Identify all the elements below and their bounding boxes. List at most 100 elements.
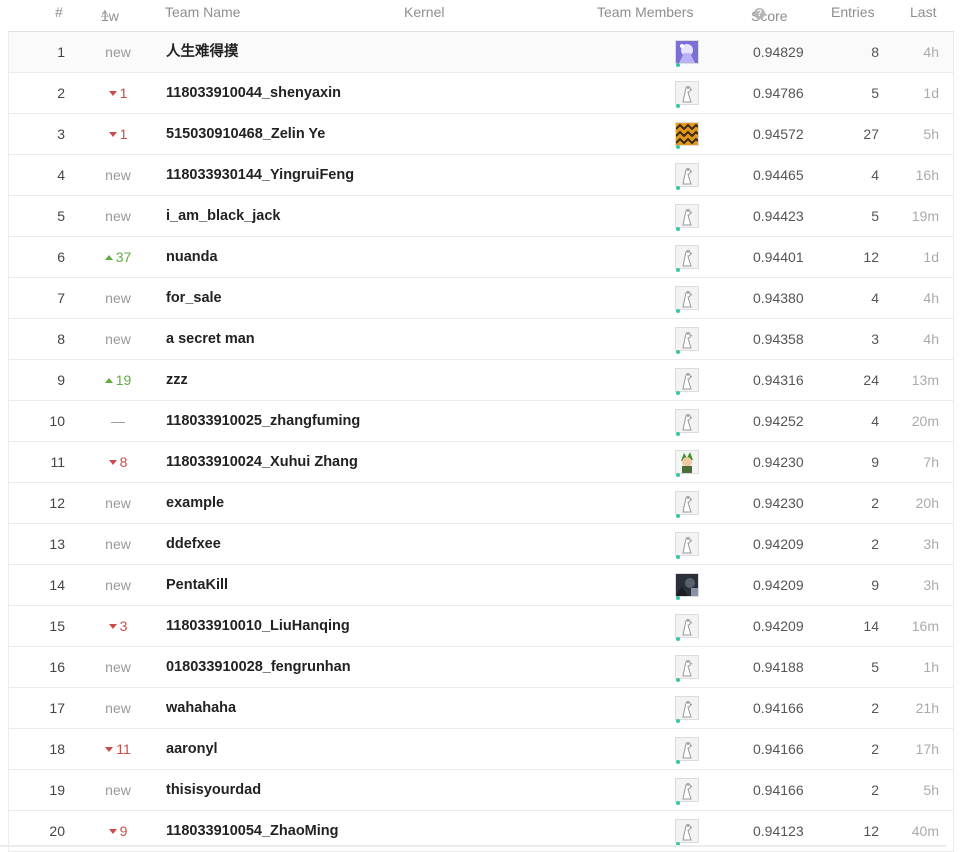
team-name[interactable]: 018033910028_fengrunhan xyxy=(166,647,351,687)
online-status-dot xyxy=(676,227,680,231)
table-row[interactable]: 6 37 nuanda 0.94401 12 1d xyxy=(8,237,954,278)
team-member-avatar[interactable] xyxy=(675,614,699,641)
kernel-header[interactable]: Kernel xyxy=(404,4,444,20)
team-member-avatar[interactable] xyxy=(675,573,699,600)
score-cell: 0.94188 xyxy=(753,659,804,675)
rank-cell: 13 xyxy=(49,536,65,552)
team-member-avatar[interactable] xyxy=(675,778,699,805)
team-name[interactable]: ddefxee xyxy=(166,524,221,564)
arrow-up-icon xyxy=(104,377,113,383)
delta-cell: new xyxy=(93,319,143,359)
info-icon[interactable]: ? xyxy=(754,8,765,19)
team-name[interactable]: nuanda xyxy=(166,237,218,277)
team-member-avatar[interactable] xyxy=(675,491,699,518)
delta-cell: new xyxy=(93,524,143,564)
team-member-avatar[interactable] xyxy=(675,204,699,231)
team-name[interactable]: a secret man xyxy=(166,319,255,359)
last-submission-cell: 1h xyxy=(923,659,939,675)
team-member-avatar[interactable] xyxy=(675,122,699,149)
table-row[interactable]: 5 new i_am_black_jack 0.94423 5 19m xyxy=(8,196,954,237)
delta-cell: 19 xyxy=(93,360,143,400)
delta-cell: new xyxy=(93,278,143,318)
delta-value: new xyxy=(105,659,131,675)
delta-cell: new xyxy=(93,688,143,728)
entries-cell: 5 xyxy=(871,208,879,224)
team-member-avatar[interactable] xyxy=(675,163,699,190)
entries-cell: 5 xyxy=(871,659,879,675)
table-row[interactable]: 19 new thisisyourdad 0.94166 2 5h xyxy=(8,770,954,811)
last-header[interactable]: Last xyxy=(910,4,936,20)
delta-value: new xyxy=(105,167,131,183)
table-row[interactable]: 12 new example 0.94230 2 20h xyxy=(8,483,954,524)
table-row[interactable]: 8 new a secret man 0.94358 3 4h xyxy=(8,319,954,360)
team-name[interactable]: 118033910010_LiuHanqing xyxy=(166,606,350,646)
table-row[interactable]: 9 19 zzz 0.94316 24 13m xyxy=(8,360,954,401)
table-row[interactable]: 3 1 515030910468_Zelin Ye 0.94572 27 5h xyxy=(8,114,954,155)
table-row[interactable]: 15 3 118033910010_LiuHanqing 0.94209 14 16m xyxy=(8,606,954,647)
team-name[interactable]: example xyxy=(166,483,224,523)
rank-cell: 8 xyxy=(57,331,65,347)
score-cell: 0.94209 xyxy=(753,536,804,552)
team-member-avatar[interactable] xyxy=(675,696,699,723)
delta-value: 3 xyxy=(119,618,128,634)
table-row[interactable]: 2 1 118033910044_shenyaxin 0.94786 5 1d xyxy=(8,73,954,114)
delta-cell: new xyxy=(93,770,143,810)
team-name[interactable]: PentaKill xyxy=(166,565,228,605)
table-row[interactable]: 14 new PentaKill 0.94209 9 3h xyxy=(8,565,954,606)
table-row[interactable]: 18 11 aaronyl 0.94166 2 17h xyxy=(8,729,954,770)
team-member-avatar[interactable] xyxy=(675,450,699,477)
team-member-avatar[interactable] xyxy=(675,655,699,682)
arrow-down-icon xyxy=(108,623,117,629)
team-name[interactable]: i_am_black_jack xyxy=(166,196,280,236)
team-name[interactable]: 118033910025_zhangfuming xyxy=(166,401,360,441)
table-row[interactable]: 17 new wahahaha 0.94166 2 21h xyxy=(8,688,954,729)
team-name[interactable]: 118033910024_Xuhui Zhang xyxy=(166,442,358,482)
team-members-header[interactable]: Team Members xyxy=(597,4,693,20)
entries-header[interactable]: Entries xyxy=(831,4,875,20)
last-submission-cell: 4h xyxy=(923,331,939,347)
table-row[interactable]: 11 8 118033910024_Xuhui Zhang 0.94230 9 7h xyxy=(8,442,954,483)
table-row[interactable]: 10 — 118033910025_zhangfuming 0.94252 4 20m xyxy=(8,401,954,442)
table-row[interactable]: 16 new 018033910028_fengrunhan 0.94188 5 1h xyxy=(8,647,954,688)
last-submission-cell: 19m xyxy=(911,208,939,224)
table-row[interactable]: 7 new for_sale 0.94380 4 4h xyxy=(8,278,954,319)
team-member-avatar[interactable] xyxy=(675,245,699,272)
table-row[interactable]: 1 new 人生难得摸 0.94829 8 4h xyxy=(8,32,954,73)
table-row[interactable]: 13 new ddefxee 0.94209 2 3h xyxy=(8,524,954,565)
team-name[interactable]: zzz xyxy=(166,360,188,400)
last-submission-cell: 5h xyxy=(923,126,939,142)
team-member-avatar[interactable] xyxy=(675,40,699,67)
team-name[interactable]: 118033910044_shenyaxin xyxy=(166,73,341,113)
entries-cell: 24 xyxy=(863,372,879,388)
delta-value: — xyxy=(111,413,125,429)
team-member-avatar[interactable] xyxy=(675,737,699,764)
team-name[interactable]: 118033930144_YingruiFeng xyxy=(166,155,354,195)
entries-cell: 4 xyxy=(871,290,879,306)
delta-value: 11 xyxy=(116,741,131,757)
delta-value: new xyxy=(105,208,131,224)
team-name[interactable]: for_sale xyxy=(166,278,222,318)
delta-value: new xyxy=(105,331,131,347)
team-member-avatar[interactable] xyxy=(675,409,699,436)
team-name[interactable]: 人生难得摸 xyxy=(166,32,239,72)
rank-header[interactable]: # xyxy=(55,4,63,20)
team-member-avatar[interactable] xyxy=(675,819,699,846)
online-status-dot xyxy=(676,678,680,682)
team-name[interactable]: thisisyourdad xyxy=(166,770,261,810)
team-member-avatar[interactable] xyxy=(675,327,699,354)
table-row[interactable]: 4 new 118033930144_YingruiFeng 0.94465 4 16h xyxy=(8,155,954,196)
team-member-avatar[interactable] xyxy=(675,286,699,313)
score-cell: 0.94786 xyxy=(753,85,804,101)
online-status-dot xyxy=(676,555,680,559)
delta-cell: 11 xyxy=(93,729,143,769)
team-name[interactable]: wahahaha xyxy=(166,688,236,728)
team-name[interactable]: aaronyl xyxy=(166,729,218,769)
team-name-header[interactable]: Team Name xyxy=(165,4,240,20)
team-member-avatar[interactable] xyxy=(675,81,699,108)
team-name[interactable]: 515030910468_Zelin Ye xyxy=(166,114,325,154)
delta-value: new xyxy=(105,495,131,511)
team-member-avatar[interactable] xyxy=(675,532,699,559)
arrow-down-icon xyxy=(108,459,117,465)
rank-cell: 16 xyxy=(49,659,65,675)
team-member-avatar[interactable] xyxy=(675,368,699,395)
